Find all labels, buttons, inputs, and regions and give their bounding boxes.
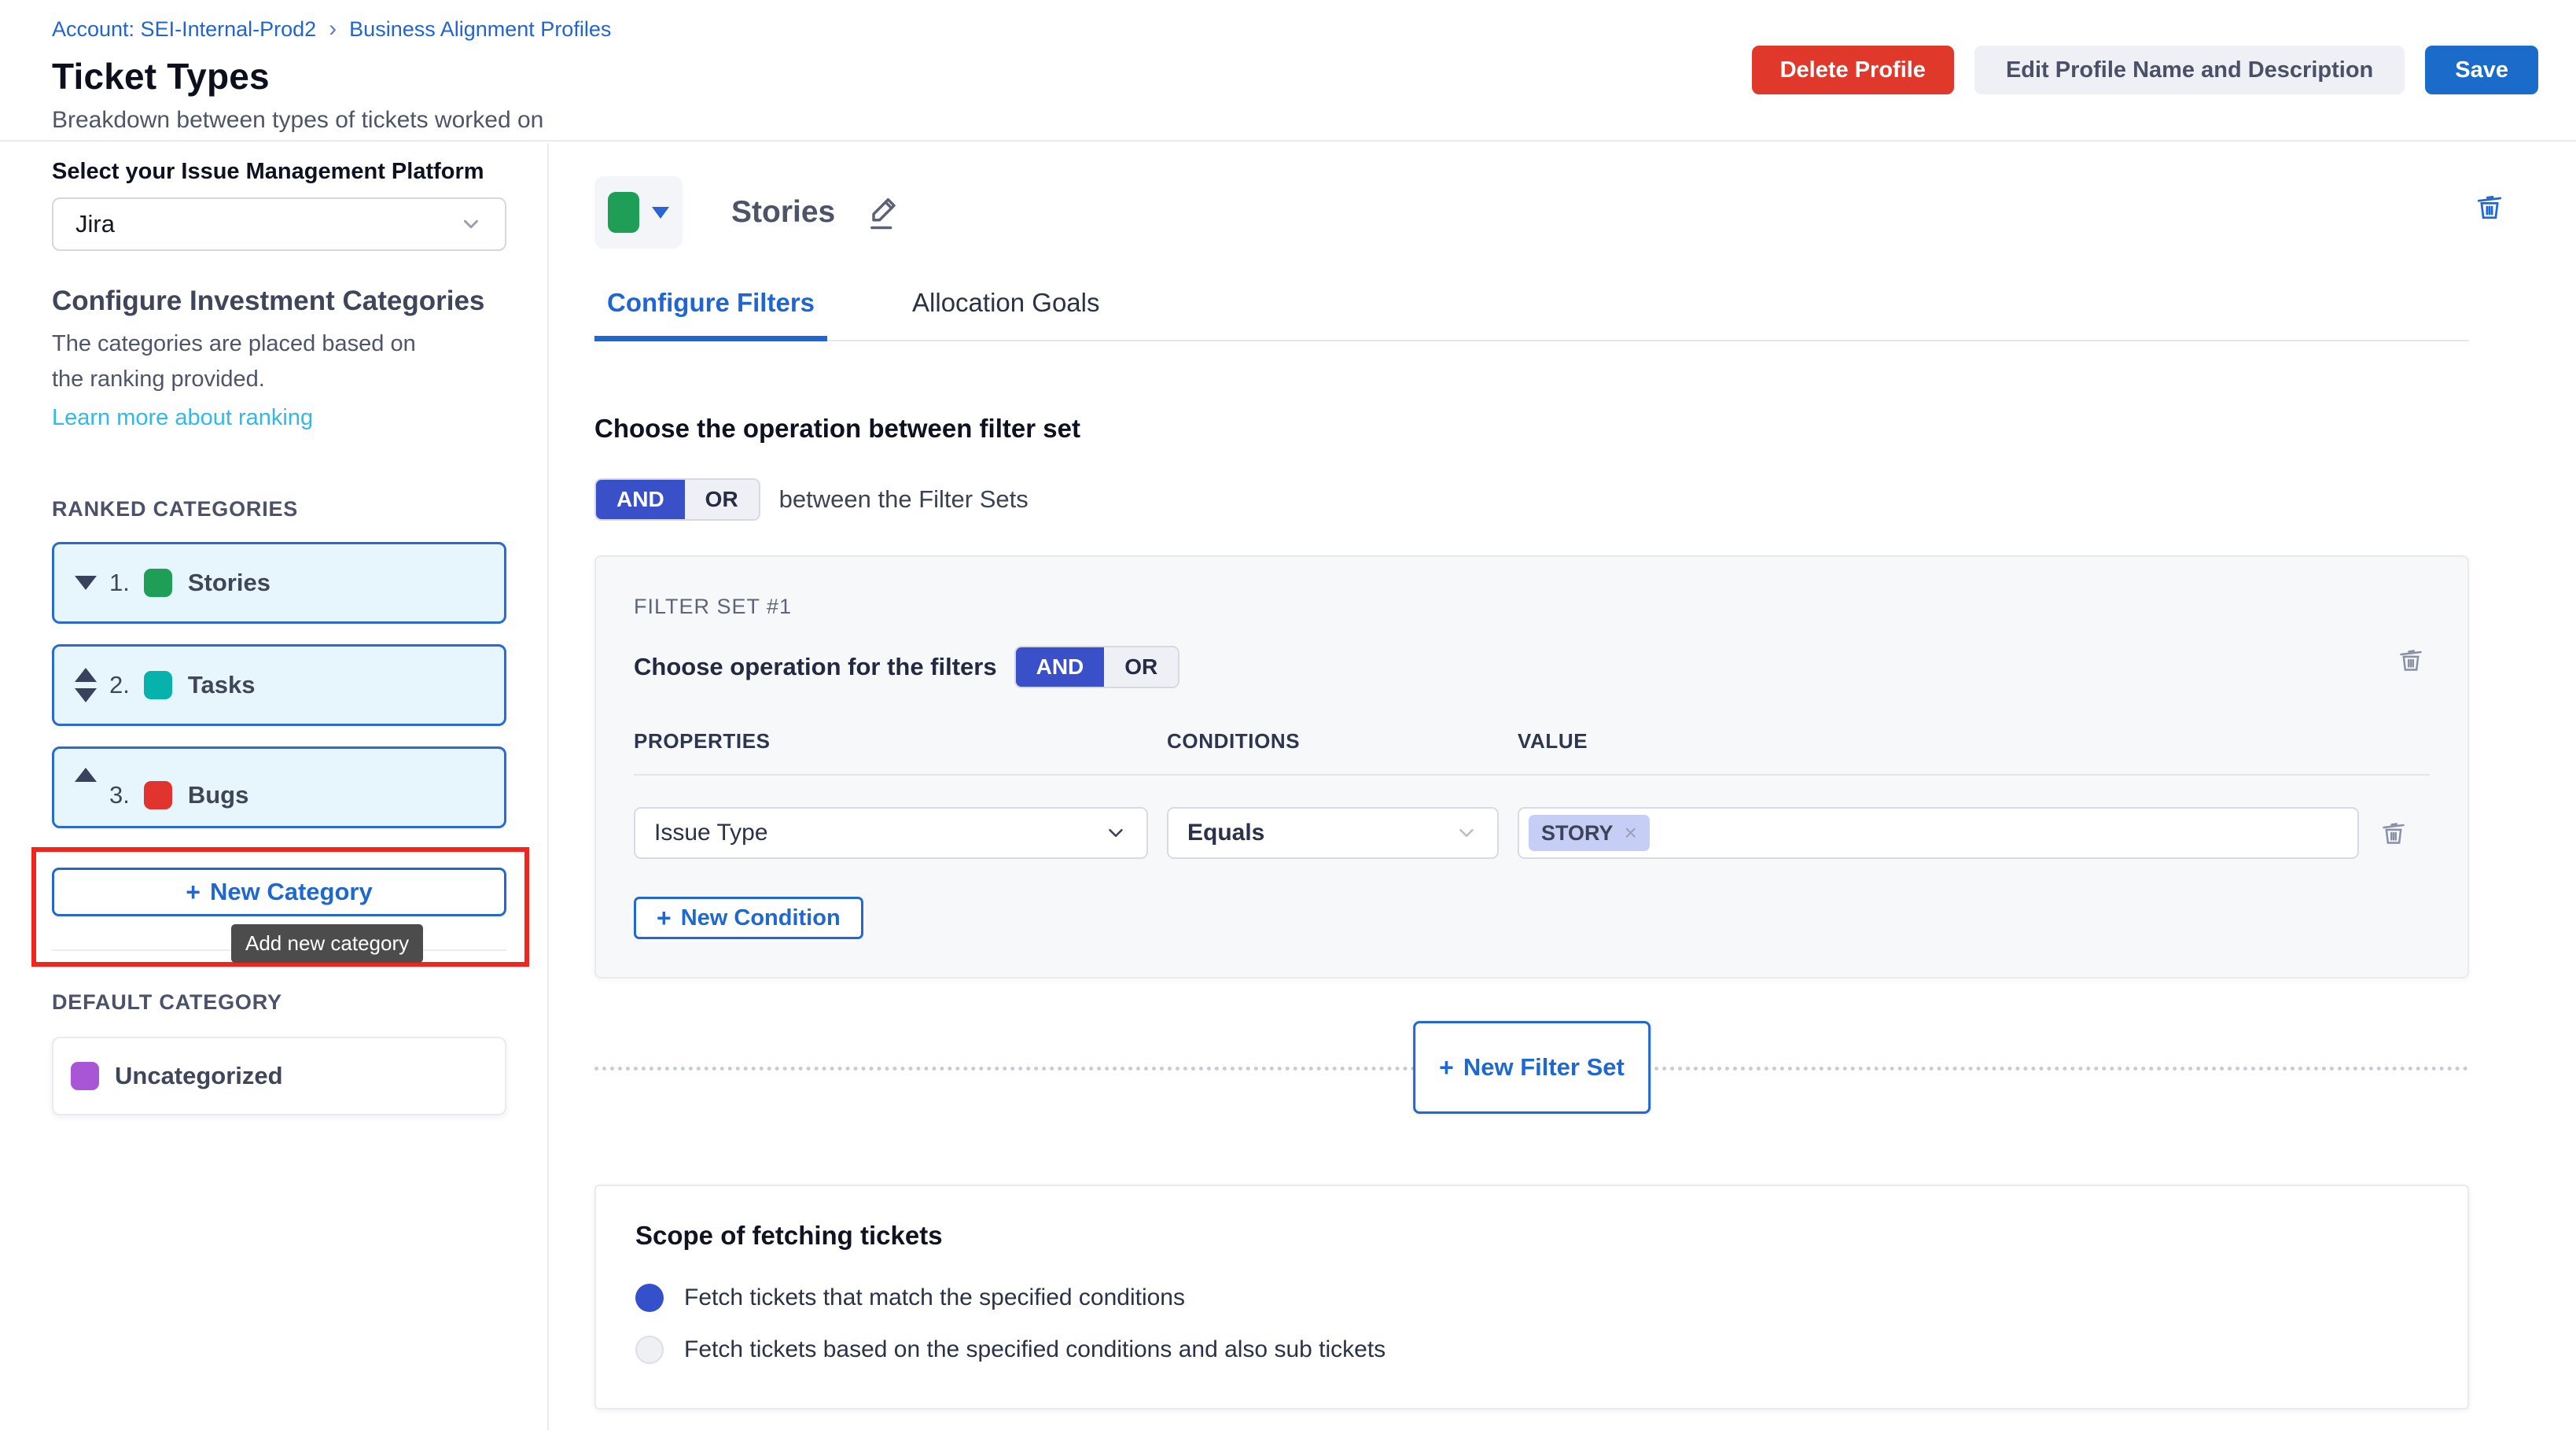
delete-profile-button[interactable]: Delete Profile [1752,46,1954,94]
category-color-swatch [144,781,172,809]
new-condition-button-label: New Condition [681,905,841,931]
new-filter-set-zone: + New Filter Set [594,1021,2469,1117]
breadcrumb-account-link[interactable]: Account: SEI-Internal-Prod2 [52,17,316,42]
plus-icon: + [186,879,201,905]
category-name: Uncategorized [115,1062,283,1090]
value-chip: STORY × [1529,815,1650,851]
filter-operation-row: Choose operation for the filters AND OR [634,646,2430,688]
chevron-down-icon [459,212,483,236]
and-or-toggle: AND OR [1014,646,1180,688]
filter-set-title: FILTER SET #1 [634,595,2430,619]
category-title-row: Stories [594,175,2469,250]
category-name: Stories [188,569,270,597]
move-down-icon[interactable] [75,576,109,590]
save-button[interactable]: Save [2425,46,2538,94]
scope-card: Scope of fetching tickets Fetch tickets … [594,1185,2469,1410]
and-toggle-option[interactable]: AND [1016,647,1105,687]
category-name: Bugs [188,781,249,809]
property-select[interactable]: Issue Type [634,807,1148,859]
scope-option-sub-tickets[interactable]: Fetch tickets based on the specified con… [635,1336,2428,1364]
filter-set-operation-heading: Choose the operation between filter set [594,414,2469,444]
category-name: Tasks [188,671,256,699]
filter-set-panel: FILTER SET #1 Choose operation for the f… [594,555,2469,979]
new-condition-button[interactable]: + New Condition [634,897,863,939]
delete-category-trash-icon[interactable] [2472,187,2507,227]
configure-categories-description: The categories are placed based on the r… [52,326,445,397]
breadcrumb-section-link[interactable]: Business Alignment Profiles [349,17,611,42]
sidebar: Select your Issue Management Platform Ji… [0,143,549,1430]
new-filter-set-button-label: New Filter Set [1463,1053,1625,1082]
new-category-button-label: New Category [210,878,373,906]
learn-more-link[interactable]: Learn more about ranking [52,405,313,431]
page-subtitle: Breakdown between types of tickets worke… [52,107,2576,134]
category-rank: 2. [109,671,130,699]
tab-allocation-goals[interactable]: Allocation Goals [900,288,1112,340]
plus-icon: + [1439,1055,1454,1080]
filter-condition-row: Issue Type Equals STORY × [634,807,2430,859]
category-card-bugs[interactable]: 3. Bugs [52,746,506,828]
edit-pencil-icon[interactable] [863,192,904,233]
chevron-down-icon [1104,821,1128,845]
conditions-column-header: CONDITIONS [1167,729,1499,754]
delete-condition-trash-icon[interactable] [2378,813,2412,853]
properties-column-header: PROPERTIES [634,729,1148,754]
default-category-card: Uncategorized [52,1037,506,1115]
default-category-label: DEFAULT CATEGORY [52,990,506,1015]
category-color-swatch [71,1062,99,1090]
new-filter-set-button[interactable]: + New Filter Set [1413,1021,1650,1114]
filter-column-headers: PROPERTIES CONDITIONS VALUE [634,729,2430,776]
or-toggle-option[interactable]: OR [685,480,759,519]
scope-option-match-conditions[interactable]: Fetch tickets that match the specified c… [635,1284,2428,1312]
add-new-category-tooltip: Add new category [231,924,423,963]
new-category-button[interactable]: + New Category [52,868,506,916]
category-rank: 1. [109,569,130,597]
new-category-zone: + New Category Add new category [52,828,506,968]
breadcrumb-separator-icon: › [329,16,337,42]
main-content: Stories Configure Filters Allocation Goa… [549,143,2576,1430]
condition-select[interactable]: Equals [1167,807,1499,859]
filter-operation-label: Choose operation for the filters [634,653,997,681]
scope-option-label: Fetch tickets based on the specified con… [684,1336,1386,1363]
category-color-swatch [144,671,172,699]
delete-filter-set-trash-icon[interactable] [2395,640,2430,680]
platform-select[interactable]: Jira [52,197,506,251]
tab-configure-filters[interactable]: Configure Filters [594,288,827,340]
and-toggle-option[interactable]: AND [596,480,685,519]
category-color-picker[interactable] [594,176,683,249]
and-or-toggle: AND OR [594,478,760,521]
platform-select-label: Select your Issue Management Platform [52,159,506,185]
platform-select-value: Jira [75,210,459,238]
category-color-swatch [144,569,172,597]
caret-down-icon [652,207,669,219]
edit-profile-button[interactable]: Edit Profile Name and Description [1974,46,2405,94]
breadcrumb: Account: SEI-Internal-Prod2 › Business A… [52,16,2576,42]
scope-heading: Scope of fetching tickets [635,1221,2428,1251]
category-rank: 3. [109,781,130,809]
condition-select-value: Equals [1187,820,1455,846]
radio-selected-icon[interactable] [635,1284,664,1312]
chip-remove-icon[interactable]: × [1625,820,1637,846]
configure-categories-heading: Configure Investment Categories [52,286,506,317]
header-actions: Delete Profile Edit Profile Name and Des… [1752,46,2538,94]
page-header: Account: SEI-Internal-Prod2 › Business A… [0,0,2576,142]
move-up-down-icon[interactable] [75,668,109,702]
radio-unselected-icon[interactable] [635,1336,664,1364]
tab-bar: Configure Filters Allocation Goals [594,288,2469,341]
or-toggle-option[interactable]: OR [1104,647,1178,687]
filter-set-operation-toggle-row: AND OR between the Filter Sets [594,478,2469,521]
property-select-value: Issue Type [654,820,1104,846]
category-card-stories[interactable]: 1. Stories [52,542,506,624]
value-column-header: VALUE [1518,729,2359,754]
between-filter-sets-text: between the Filter Sets [779,485,1029,514]
plus-icon: + [657,905,672,931]
value-multiselect-input[interactable]: STORY × [1518,807,2359,859]
selected-color-swatch [608,192,639,233]
chevron-down-icon [1455,821,1478,845]
ranked-categories-label: RANKED CATEGORIES [52,497,506,522]
category-title: Stories [731,195,835,230]
scope-option-label: Fetch tickets that match the specified c… [684,1284,1185,1311]
value-chip-label: STORY [1541,821,1614,846]
move-up-icon[interactable] [75,768,109,782]
category-card-tasks[interactable]: 2. Tasks [52,644,506,726]
